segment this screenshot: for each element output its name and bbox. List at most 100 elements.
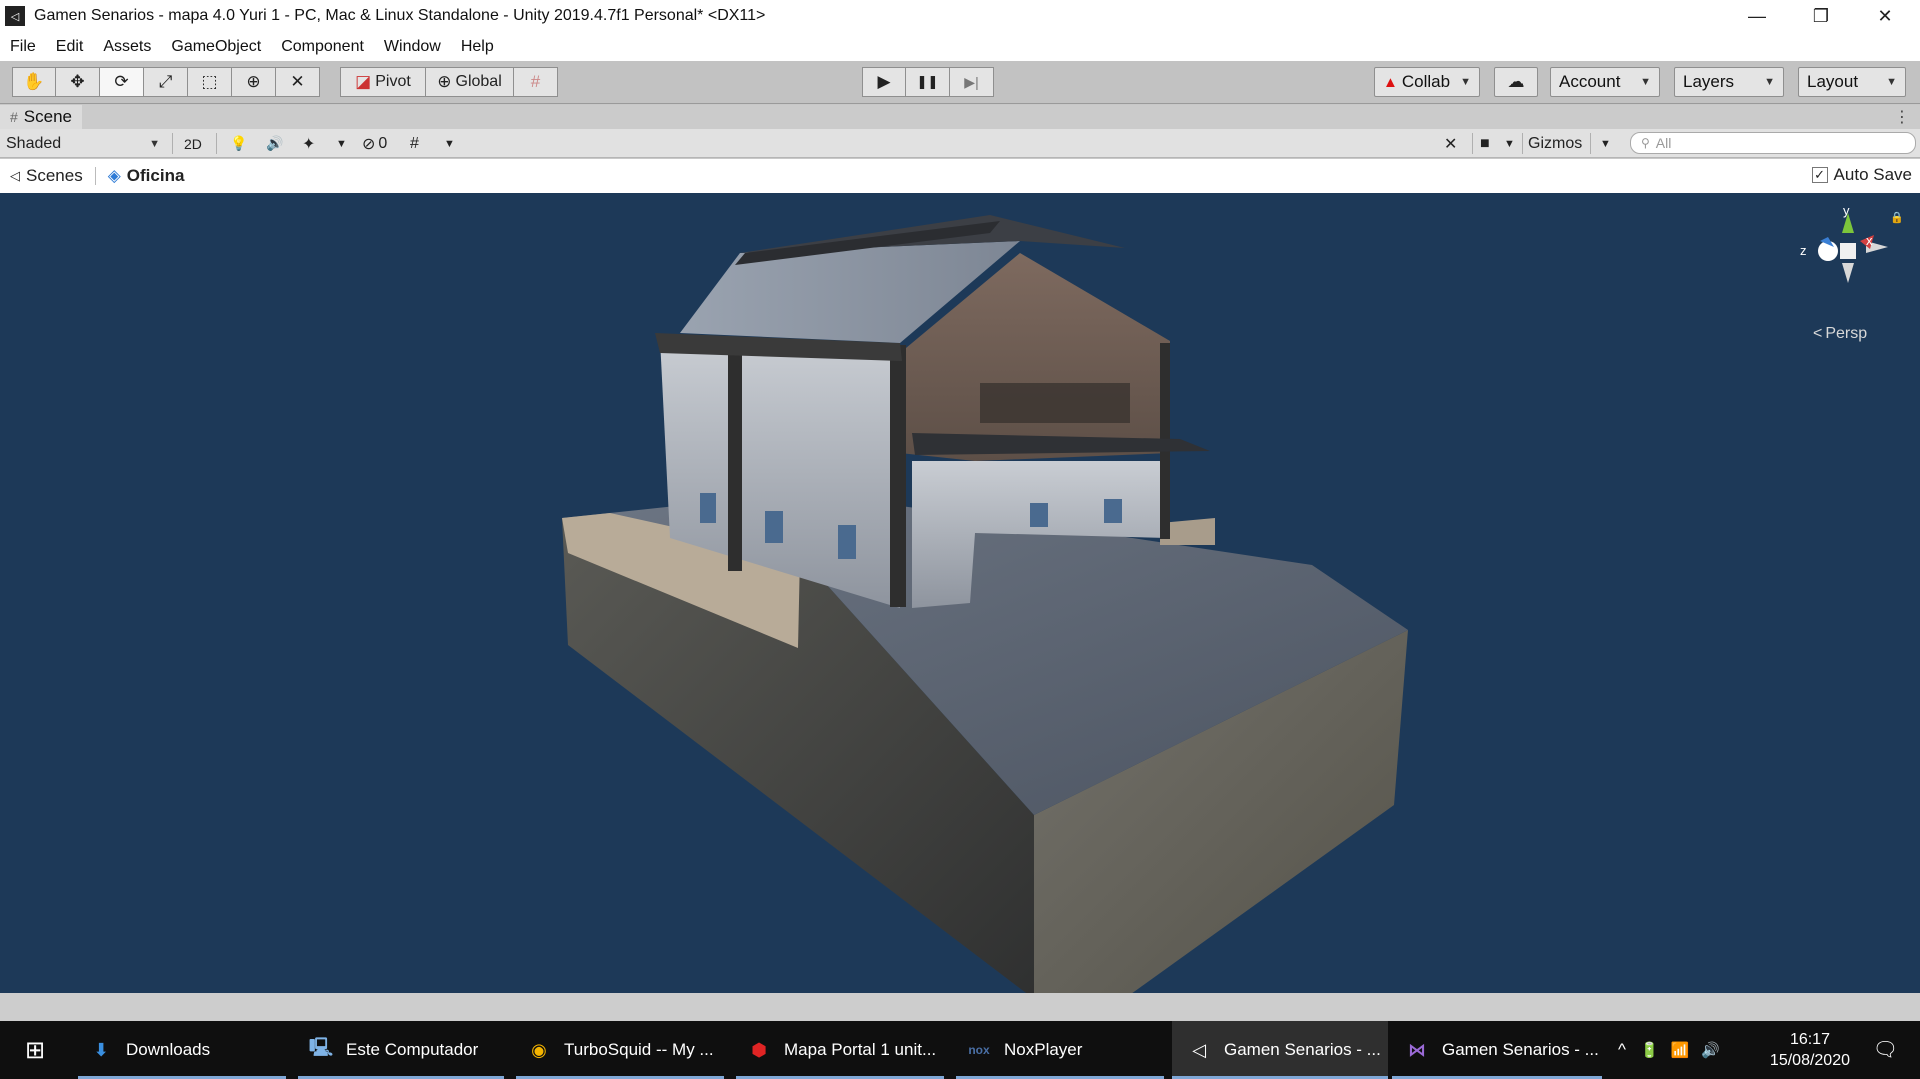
chevron-down-icon[interactable]: ▼ — [1600, 131, 1611, 156]
post — [728, 341, 742, 571]
projection-toggle[interactable]: < Persp — [1813, 325, 1867, 343]
restore-button[interactable]: ❐ — [1790, 0, 1852, 32]
transform-tool-icon[interactable]: ⊕ — [232, 67, 276, 97]
chevron-down-icon[interactable]: ▼ — [444, 131, 455, 156]
menu-gameobject[interactable]: GameObject — [161, 38, 271, 56]
clock-time: 16:17 — [1789, 1031, 1830, 1048]
chevron-down-icon: ▼ — [149, 137, 160, 150]
pause-button[interactable]: ❚❚ — [906, 67, 950, 97]
close-button[interactable]: ✕ — [1854, 0, 1916, 32]
hand-tool-icon[interactable]: ✋ — [12, 67, 56, 97]
chevron-down-icon: ▼ — [1764, 76, 1775, 88]
unity-icon: ◁ — [1192, 1039, 1206, 1060]
warning-icon: ▲ — [1383, 73, 1398, 91]
gizmos-dropdown[interactable]: Gizmos — [1528, 131, 1582, 156]
more-menu-icon[interactable]: ⋮ — [1894, 107, 1910, 127]
checkbox[interactable]: ✓ — [1811, 167, 1828, 183]
gable-vent — [980, 383, 1130, 423]
taskbar-item-visual-studio[interactable]: ⋈ Gamen Senarios - ... — [1392, 1021, 1602, 1079]
current-scene-label: Oficina — [126, 166, 185, 185]
show-hidden-icons-icon[interactable]: ^ — [1618, 1040, 1626, 1060]
hidden-objects-toggle[interactable]: ⊘ 0 — [362, 131, 387, 156]
snap-grid-icon[interactable]: # — [514, 67, 558, 97]
menu-file[interactable]: File — [0, 38, 46, 56]
window-pane — [1104, 499, 1122, 523]
scene-viewport[interactable]: y x z 🔒 < Persp — [0, 193, 1920, 993]
camera-icon[interactable]: ■ — [1480, 131, 1490, 156]
taskbar-item-computer[interactable]: 🖳 Este Computador — [298, 1021, 504, 1079]
window-title: Gamen Senarios - mapa 4.0 Yuri 1 - PC, M… — [34, 7, 766, 24]
chevron-down-icon: ▼ — [1460, 76, 1471, 88]
scene-toolbar: Shaded ▼ 2D 💡 🔊 ✦ ▼ ⊘ 0 # ▼ ✕ ■ ▼ Gizmos… — [0, 129, 1920, 158]
back-icon: ◁ — [10, 168, 20, 183]
layout-dropdown[interactable]: Layout ▼ — [1798, 67, 1906, 97]
layers-label: Layers — [1683, 72, 1735, 91]
hidden-count: 0 — [378, 134, 388, 152]
auto-save-toggle[interactable]: ✓ Auto Save — [1811, 165, 1912, 185]
custom-tool-icon[interactable]: ✕ — [276, 67, 320, 97]
scenes-breadcrumb[interactable]: ◁ Scenes — [10, 166, 83, 186]
minimize-button[interactable]: — — [1726, 0, 1788, 32]
collab-dropdown[interactable]: ▲ Collab ▼ — [1374, 67, 1480, 97]
windows-logo-icon: ⊞ — [24, 1036, 46, 1064]
chevron-down-icon[interactable]: ▼ — [1504, 131, 1515, 156]
menu-help[interactable]: Help — [451, 38, 504, 56]
unity-icon: ◁ — [5, 6, 25, 26]
gizmo-center-cube[interactable] — [1840, 243, 1856, 259]
wifi-icon[interactable]: 📶 — [1671, 1041, 1690, 1059]
shading-mode-label: Shaded — [6, 134, 62, 152]
layers-dropdown[interactable]: Layers ▼ — [1674, 67, 1784, 97]
menu-window[interactable]: Window — [374, 38, 451, 56]
taskbar-item-label: TurboSquid -- My ... — [564, 1040, 714, 1059]
rotate-tool-icon[interactable]: ⟳ — [100, 67, 144, 97]
battery-icon[interactable]: 🔋 — [1640, 1041, 1659, 1059]
gizmo-z-label: z — [1800, 243, 1807, 258]
collab-group: ▲ Collab ▼ — [1374, 67, 1480, 97]
taskbar-item-downloads[interactable]: ⬇ Downloads — [78, 1021, 286, 1079]
taskbar-item-chrome[interactable]: ◉ TurboSquid -- My ... — [516, 1021, 724, 1079]
chevron-down-icon[interactable]: ▼ — [336, 131, 347, 156]
2d-toggle[interactable]: 2D — [184, 131, 202, 156]
gizmo-y-label: y — [1843, 203, 1850, 218]
audio-icon[interactable]: 🔊 — [266, 131, 283, 156]
account-dropdown[interactable]: Account ▼ — [1550, 67, 1660, 97]
scale-tool-icon[interactable]: ⤢ — [144, 67, 188, 97]
gizmo-x-label: x — [1866, 233, 1873, 248]
taskbar-item-pdf[interactable]: ⬢ Mapa Portal 1 unit... — [736, 1021, 944, 1079]
chevron-down-icon: ▼ — [1886, 76, 1897, 88]
scene-tab-bar: # Scene ⋮ — [0, 105, 1920, 129]
global-toggle[interactable]: ⊕ Global — [426, 67, 514, 97]
grid-icon[interactable]: # — [410, 131, 419, 156]
rect-tool-icon[interactable]: ⬚ — [188, 67, 232, 97]
effects-icon[interactable]: ✦ — [302, 131, 315, 156]
menu-component[interactable]: Component — [271, 38, 374, 56]
post — [890, 345, 906, 607]
menu-edit[interactable]: Edit — [46, 38, 94, 56]
scene-tools-icon[interactable]: ✕ — [1444, 131, 1457, 156]
taskbar-item-noxplayer[interactable]: nox NoxPlayer — [956, 1021, 1164, 1079]
taskbar-item-unity[interactable]: ◁ Gamen Senarios - ... — [1172, 1021, 1388, 1079]
taskbar-item-label: Gamen Senarios - ... — [1442, 1040, 1599, 1059]
orientation-gizmo[interactable] — [1800, 205, 1890, 295]
menu-assets[interactable]: Assets — [93, 38, 161, 56]
pivot-toggle[interactable]: ◪ Pivot — [340, 67, 426, 97]
lock-icon[interactable]: 🔒 — [1890, 211, 1904, 224]
menu-bar: File Edit Assets GameObject Component Wi… — [0, 32, 1920, 61]
scene-search-input[interactable]: ⚲ All — [1630, 132, 1916, 154]
window-pane — [700, 493, 716, 523]
step-button[interactable]: ▶| — [950, 67, 994, 97]
notification-icon[interactable]: 🗨 — [1873, 1037, 1898, 1062]
lighting-icon[interactable]: 💡 — [230, 131, 247, 156]
current-scene-breadcrumb[interactable]: ◈ Oficina — [108, 166, 185, 186]
y-axis-neg-cone[interactable] — [1842, 263, 1854, 283]
start-button[interactable]: ⊞ — [18, 1021, 52, 1079]
move-tool-icon[interactable]: ✥ — [56, 67, 100, 97]
play-button[interactable]: ▶ — [862, 67, 906, 97]
volume-icon[interactable]: 🔊 — [1701, 1041, 1720, 1059]
clock[interactable]: 16:17 15/08/2020 — [1770, 1029, 1850, 1071]
cloud-icon[interactable]: ☁ — [1494, 67, 1538, 97]
shading-mode-dropdown[interactable]: Shaded ▼ — [6, 131, 166, 156]
tab-scene[interactable]: # Scene — [0, 105, 82, 129]
divider — [216, 133, 217, 154]
playback-controls: ▶ ❚❚ ▶| — [862, 67, 994, 97]
